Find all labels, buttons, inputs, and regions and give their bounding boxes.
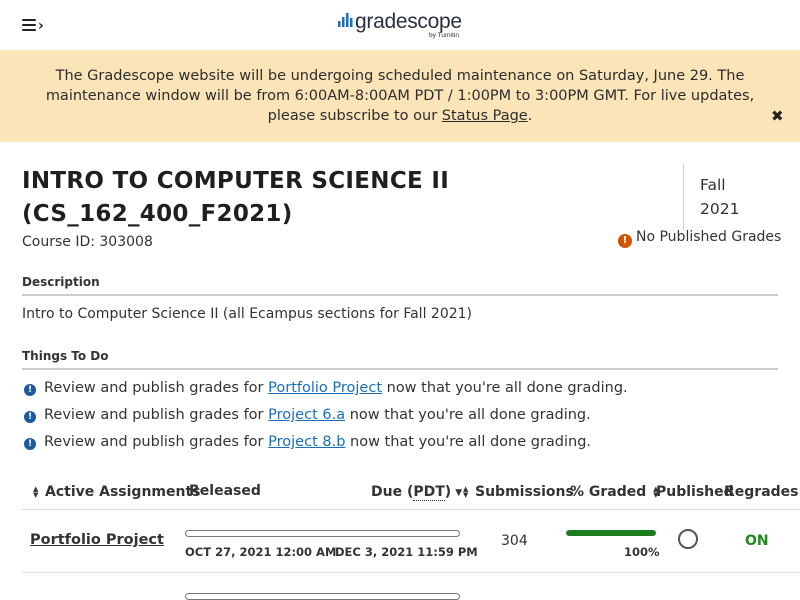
column-header-submissions[interactable]: ▲ ▼ Submissions [463, 484, 574, 500]
banner-message: The Gradescope website will be undergoin… [22, 66, 778, 126]
chevron-right-icon: › [38, 18, 44, 34]
gradescope-logo[interactable]: gradescope by Turnitin [338, 10, 468, 42]
graded-progress-bar [566, 530, 656, 536]
assignment-timeline-bar [185, 593, 460, 600]
graded-percent: 100% [624, 545, 660, 559]
todo-item-prefix: Review and publish grades for [44, 434, 269, 450]
graded-progress-fill [566, 530, 656, 536]
todo-item-prefix: Review and publish grades for [44, 407, 269, 423]
assignment-timeline-bar [185, 530, 460, 537]
table-header-divider [22, 509, 800, 510]
column-header-graded[interactable]: % Graded ▲ ▼ [570, 484, 665, 500]
term-season: Fall [700, 176, 726, 194]
info-circle-icon: ! [24, 411, 36, 423]
grades-status: ! No Published Grades [618, 229, 781, 248]
info-circle-icon: ! [24, 438, 36, 450]
column-header-published: Published [656, 484, 734, 500]
course-term: Fall 2021 [700, 173, 780, 221]
logo-byline: by Turnitin [429, 32, 459, 39]
exclamation-circle-icon: ! [618, 234, 632, 248]
column-label-end: ) [444, 484, 452, 500]
term-year: 2021 [700, 200, 740, 218]
column-label: Submissions [475, 484, 574, 500]
sort-icon: ▲ ▼ [33, 485, 39, 499]
todo-item-prefix: Review and publish grades for [44, 380, 269, 396]
regrades-status[interactable]: ON [745, 533, 769, 549]
maintenance-banner: The Gradescope website will be undergoin… [0, 50, 800, 142]
banner-message-text: The Gradescope website will be undergoin… [45, 68, 755, 124]
column-label: Active Assignments [45, 484, 201, 500]
description-heading: Description [22, 275, 778, 296]
todo-item-suffix: now that you're all done grading. [382, 380, 628, 396]
description-text: Intro to Computer Science II (all Ecampu… [22, 306, 473, 322]
info-circle-icon: ! [24, 384, 36, 396]
course-id: Course ID: 303008 [22, 234, 153, 250]
table-row-divider [22, 572, 800, 573]
grades-status-text: No Published Grades [636, 229, 782, 245]
sort-icon: ▲ ▼ [463, 485, 469, 499]
todo-item-suffix: now that you're all done grading. [345, 407, 591, 423]
column-header-released: Released [189, 483, 261, 499]
status-page-link[interactable]: Status Page [442, 108, 528, 124]
column-header-regrades: Regrades [724, 484, 799, 500]
term-divider [683, 164, 684, 230]
column-label: Due ( [371, 484, 414, 500]
submissions-count: 304 [501, 533, 528, 549]
logo-wordmark: gradescope [355, 10, 462, 33]
assignment-name-link[interactable]: Portfolio Project [30, 532, 164, 548]
column-label: % Graded [570, 484, 647, 500]
column-header-due[interactable]: Due (PDT) ▼ [371, 484, 463, 501]
course-title: INTRO TO COMPUTER SCIENCE II (CS_162_400… [22, 168, 450, 227]
publish-toggle[interactable] [678, 529, 698, 549]
menu-toggle-button[interactable]: › [22, 17, 50, 35]
banner-message-end: . [527, 108, 533, 124]
todo-assignment-link[interactable]: Project 6.a [268, 407, 345, 423]
todo-assignment-link[interactable]: Portfolio Project [268, 380, 382, 396]
timezone-abbr: PDT [413, 484, 445, 501]
hamburger-menu-icon [22, 19, 36, 31]
released-date: OCT 27, 2021 12:00 AM [185, 545, 337, 559]
things-to-do-heading: Things To Do [22, 349, 778, 370]
todo-item-suffix: now that you're all done grading. [345, 434, 592, 450]
top-navigation-bar: › gradescope by Turnitin [0, 0, 800, 51]
column-header-active-assignments[interactable]: ▲ ▼ Active Assignments [33, 484, 200, 500]
due-date: DEC 3, 2021 11:59 PM [335, 545, 478, 559]
todo-item: ! Review and publish grades for Project 6… [22, 407, 591, 423]
sort-desc-icon: ▼ [455, 488, 463, 498]
todo-item: ! Review and publish grades for Project 8… [22, 434, 591, 450]
todo-assignment-link[interactable]: Project 8.b [268, 434, 345, 450]
close-icon[interactable]: ✖ [771, 108, 784, 124]
todo-item: ! Review and publish grades for Portfolio… [22, 380, 628, 396]
logo-bars-icon [338, 13, 353, 27]
